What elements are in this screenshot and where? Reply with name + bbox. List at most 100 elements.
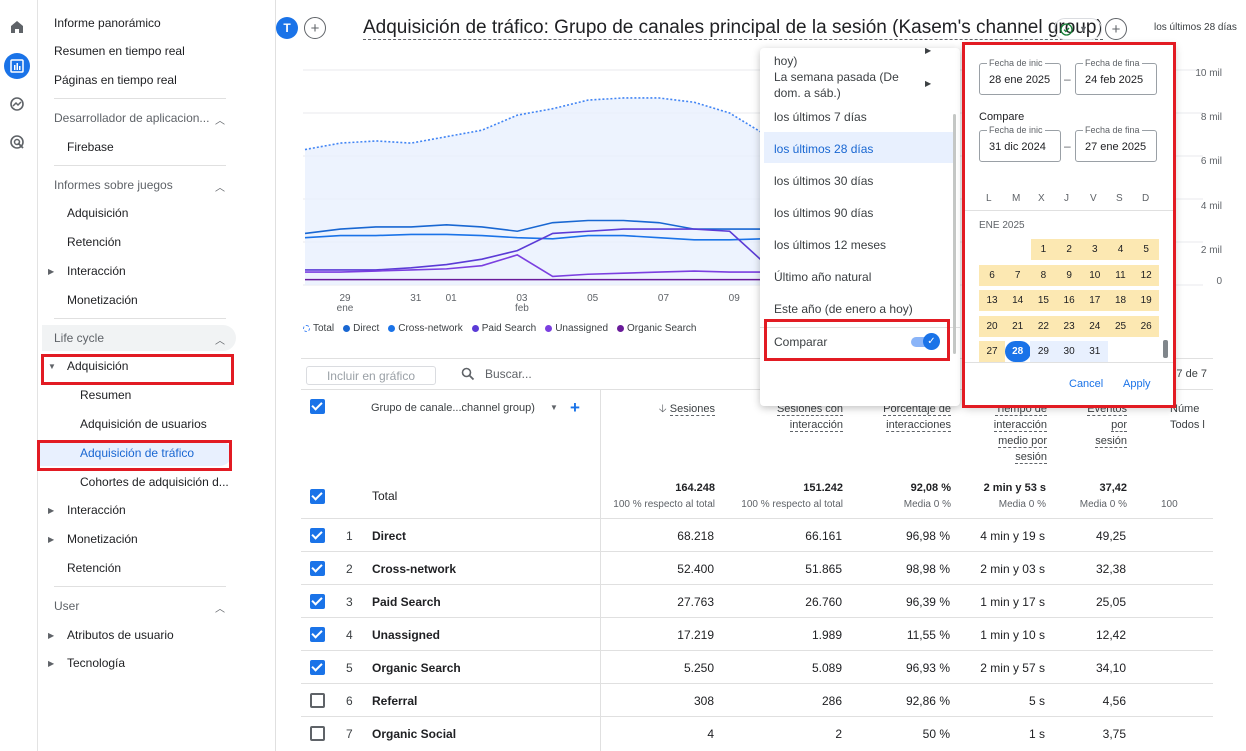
expand-arrow-icon[interactable]: ▶ <box>48 506 54 515</box>
channel-name[interactable]: Organic Social <box>372 727 456 741</box>
menu-item-this-year[interactable]: Este año (de enero a hoy) <box>774 302 913 316</box>
sidebar-item-games-acquisition[interactable]: Adquisición <box>67 206 128 220</box>
total-sub: Media 0 % <box>1079 499 1127 510</box>
sidebar-item-realtime-pages[interactable]: Páginas en tiempo real <box>54 73 177 87</box>
col-avg-engagement-time[interactable]: Tiempo de interacción medio por sesión <box>985 401 1047 465</box>
col-number[interactable]: Núme Todos l <box>1170 401 1210 433</box>
sidebar-item-games-monetization[interactable]: Monetización <box>67 293 138 307</box>
section-app-developer[interactable]: Desarrollador de aplicacion... <box>54 111 209 125</box>
menu-item-last-30-days[interactable]: los últimos 30 días <box>774 174 873 188</box>
channel-name[interactable]: Organic Search <box>372 661 461 675</box>
section-games[interactable]: Informes sobre juegos <box>54 178 173 192</box>
legend-item[interactable]: Paid Search <box>471 323 536 334</box>
menu-item-last-12-months[interactable]: los últimos 12 meses <box>774 238 886 252</box>
menu-item-last-calendar-year[interactable]: Último año natural <box>774 270 871 284</box>
expand-arrow-icon[interactable]: ▶ <box>48 535 54 544</box>
row-checkbox[interactable] <box>310 594 325 609</box>
submenu-arrow-icon: ▶ <box>925 79 932 88</box>
chevron-up-icon[interactable]: ︿ <box>215 179 225 194</box>
menu-scrollbar[interactable] <box>953 114 956 354</box>
cell-value: 17.219 <box>677 628 714 642</box>
row-checkbox[interactable] <box>310 693 325 708</box>
channel-name[interactable]: Direct <box>372 529 406 543</box>
table-row[interactable]: 5 Organic Search 5.250 5.089 96,93 % 2 min y … <box>301 650 1213 683</box>
sidebar-item-firebase[interactable]: Firebase <box>67 140 114 154</box>
menu-item-last-28-days[interactable]: los últimos 28 días <box>774 142 873 156</box>
add-comparison-button[interactable]: + <box>304 17 326 39</box>
status-dropdown[interactable]: ▼ <box>1054 18 1102 40</box>
row-checkbox[interactable] <box>310 627 325 642</box>
avatar[interactable]: T <box>276 17 298 39</box>
table-row[interactable]: 4 Unassigned 17.219 1.989 11,55 % 1 min y 10 … <box>301 617 1213 650</box>
pagination-label: 7 de 7 <box>1176 368 1207 380</box>
sidebar-item-games-retention[interactable]: Retención <box>67 235 121 249</box>
expand-arrow-icon[interactable]: ▶ <box>48 267 54 276</box>
channel-name[interactable]: Referral <box>372 694 417 708</box>
sidebar-item-retention[interactable]: Retención <box>67 561 121 575</box>
channel-name[interactable]: Cross-network <box>372 562 456 576</box>
channel-name[interactable]: Unassigned <box>372 628 440 642</box>
date-range-label[interactable]: los últimos 28 días <box>1154 22 1237 33</box>
search-input[interactable]: Buscar... <box>485 367 532 381</box>
dimension-header[interactable]: Grupo de canale...channel group) <box>371 402 535 414</box>
expand-arrow-icon[interactable]: ▶ <box>48 631 54 640</box>
legend-item[interactable]: Direct <box>343 323 379 334</box>
sidebar-item-realtime-overview[interactable]: Resumen en tiempo real <box>54 44 185 58</box>
row-checkbox[interactable] <box>310 561 325 576</box>
sidebar-item-games-engagement[interactable]: Interacción <box>67 264 126 278</box>
row-number: 5 <box>346 661 353 675</box>
chevron-up-icon[interactable]: ︿ <box>215 332 225 347</box>
select-all-checkbox[interactable] <box>310 399 325 414</box>
table-row[interactable]: 7 Organic Social 4 2 50 % 1 s 3,75 <box>301 716 1213 749</box>
section-user[interactable]: User <box>54 599 79 613</box>
total-checkbox[interactable] <box>310 489 325 504</box>
sidebar-item-monetization[interactable]: Monetización <box>67 532 138 546</box>
chevron-down-icon: ▼ <box>1079 24 1088 34</box>
menu-item-last-90-days[interactable]: los últimos 90 días <box>774 206 873 220</box>
sidebar-item-acq-summary[interactable]: Resumen <box>80 388 131 402</box>
section-lifecycle[interactable]: Life cycle <box>54 331 104 345</box>
col-sessions[interactable]: 🡣 Sesiones <box>640 401 715 417</box>
legend-item[interactable]: Total <box>303 323 334 334</box>
total-value: 37,42 <box>1099 482 1127 494</box>
cell-value: 92,86 % <box>905 694 950 708</box>
x-tick-sublabel: feb <box>515 303 529 314</box>
explore-icon[interactable] <box>4 91 30 117</box>
sidebar-item-technology[interactable]: Tecnología <box>67 656 125 670</box>
table-row[interactable]: 2 Cross-network 52.400 51.865 98,98 % 2 min y… <box>301 551 1213 584</box>
legend-item[interactable]: Cross-network <box>388 323 463 334</box>
table-row[interactable]: 1 Direct 68.218 66.161 96,98 % 4 min y 19 s 49… <box>301 518 1213 551</box>
page-title[interactable]: Adquisición de tráfico: Grupo de canales… <box>363 17 1103 40</box>
chevron-down-icon[interactable]: ▼ <box>550 403 558 412</box>
home-icon[interactable] <box>4 14 30 40</box>
menu-item-last-week-sub[interactable]: dom. a sáb.) <box>774 86 841 100</box>
table-row[interactable]: 6 Referral 308 286 92,86 % 5 s 4,56 <box>301 683 1213 716</box>
include-in-chart-button[interactable]: Incluir en gráfico <box>306 366 436 385</box>
advertising-icon[interactable] <box>4 129 30 155</box>
menu-item-last-week[interactable]: La semana pasada (De <box>774 70 899 84</box>
row-checkbox[interactable] <box>310 528 325 543</box>
row-checkbox[interactable] <box>310 660 325 675</box>
chevron-up-icon[interactable]: ︿ <box>215 112 225 127</box>
sidebar-item-user-attributes[interactable]: Atributos de usuario <box>67 628 174 642</box>
sidebar-item-overview[interactable]: Informe panorámico <box>54 16 161 30</box>
add-dimension-button[interactable]: + <box>570 398 580 418</box>
add-button[interactable]: + <box>1105 18 1127 40</box>
row-number: 2 <box>346 562 353 576</box>
row-checkbox[interactable] <box>310 726 325 741</box>
chevron-up-icon[interactable]: ︿ <box>215 600 225 615</box>
cell-value: 27.763 <box>677 595 714 609</box>
menu-item-today[interactable]: hoy) <box>774 54 797 68</box>
sidebar-item-acquisition-cohorts[interactable]: Cohortes de adquisición d... <box>80 475 229 489</box>
sidebar-item-engagement[interactable]: Interacción <box>67 503 126 517</box>
reports-icon[interactable] <box>4 53 30 79</box>
sidebar-item-user-acquisition[interactable]: Adquisición de usuarios <box>80 417 207 431</box>
col-events-per-session[interactable]: Eventos por sesión <box>1080 401 1127 449</box>
expand-arrow-icon[interactable]: ▶ <box>48 659 54 668</box>
channel-name[interactable]: Paid Search <box>372 595 441 609</box>
table-row[interactable]: 3 Paid Search 27.763 26.760 96,39 % 1 min y 1… <box>301 584 1213 617</box>
legend-item[interactable]: Unassigned <box>545 323 608 334</box>
cell-value: 50 % <box>922 727 950 741</box>
menu-item-last-7-days[interactable]: los últimos 7 días <box>774 110 867 124</box>
legend-item[interactable]: Organic Search <box>617 323 697 334</box>
